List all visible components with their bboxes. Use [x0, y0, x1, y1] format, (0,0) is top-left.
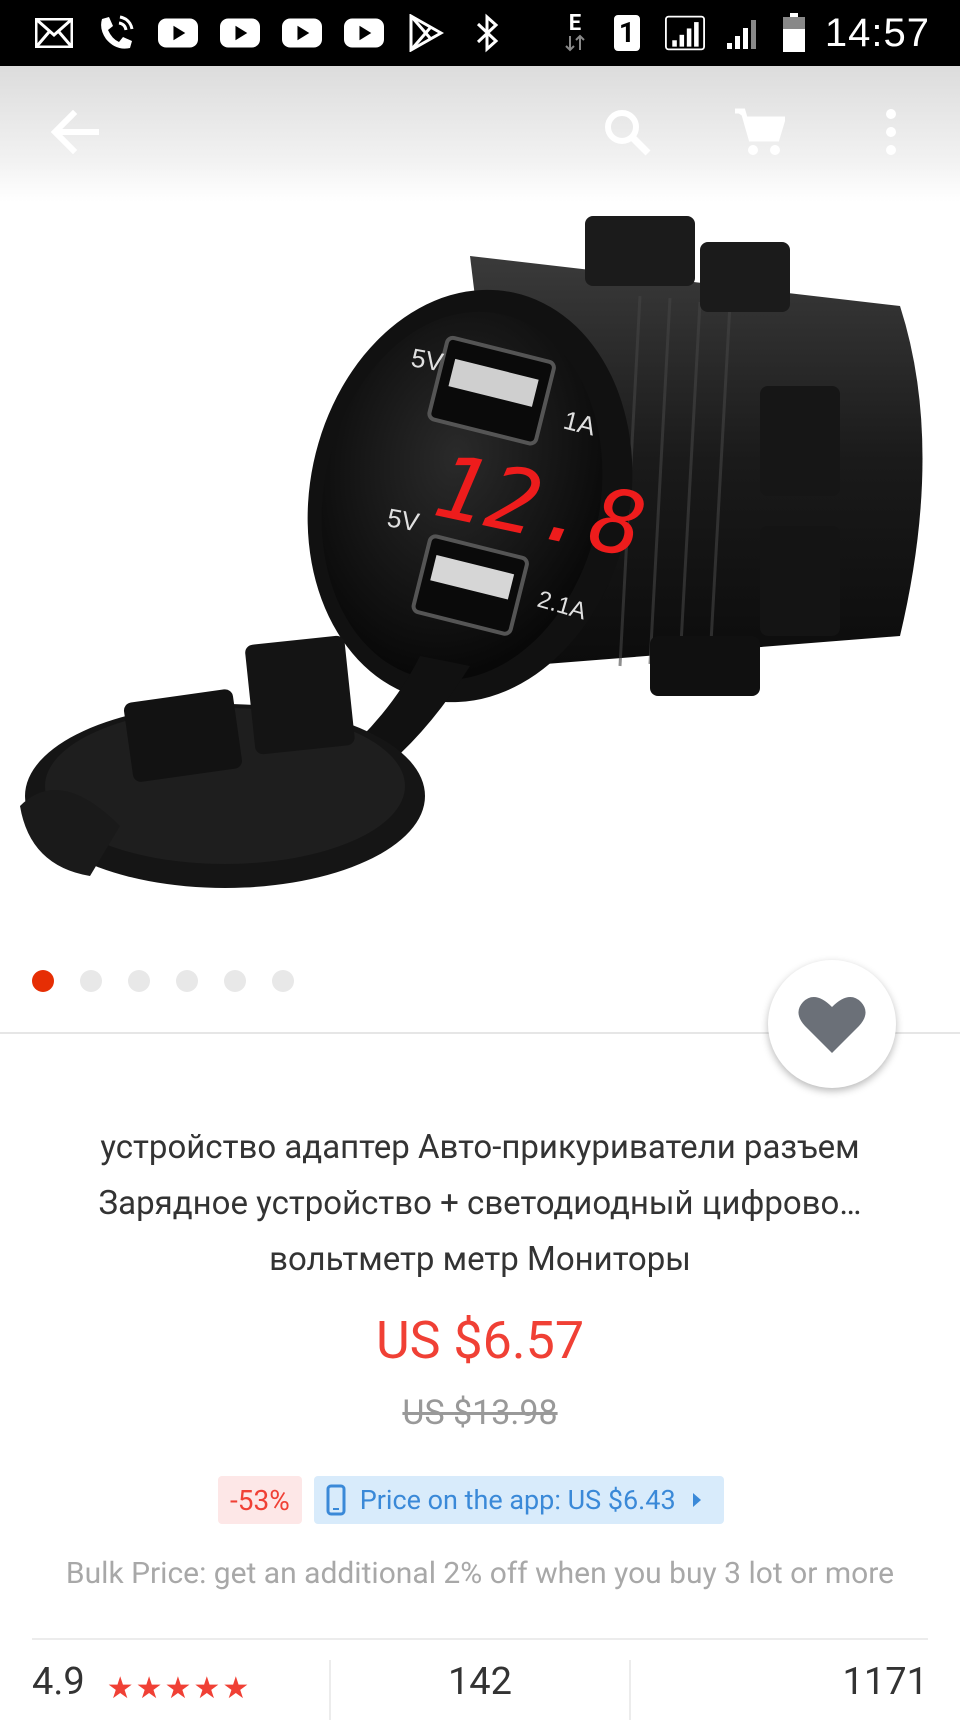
youtube-icon — [158, 13, 198, 53]
youtube-icon — [220, 13, 260, 53]
divider — [32, 1638, 928, 1640]
wishlist-button[interactable] — [768, 960, 896, 1088]
pager-dot[interactable] — [272, 970, 294, 992]
more-vertical-icon[interactable] — [862, 103, 920, 161]
search-icon[interactable] — [598, 103, 656, 161]
app-price-label: Price on the app: US $6.43 — [359, 1484, 676, 1516]
battery-icon — [781, 13, 807, 53]
product-image[interactable]: 5V 1A 12.8 5V 2.1A — [0, 66, 960, 1030]
pager-dot[interactable] — [128, 970, 150, 992]
sim-icon: 1 — [607, 13, 647, 53]
original-price: US $13.98 — [402, 1393, 558, 1433]
promo-row: -53% Price on the app: US $6.43 — [218, 1476, 724, 1524]
rating-value: 4.9 — [32, 1660, 85, 1704]
app-price-button[interactable]: Price on the app: US $6.43 — [313, 1476, 724, 1524]
orders-stat[interactable]: 1171 — [628, 1660, 960, 1720]
port-bottom-voltage: 5V — [385, 502, 422, 537]
mail-icon — [34, 13, 74, 53]
stats-row: 4.9 ★★★★★ 142 1171 — [0, 1660, 960, 1720]
phone-icon — [326, 1484, 346, 1516]
chevron-right-icon — [692, 1493, 701, 1507]
youtube-icon — [344, 13, 384, 53]
pager-dot[interactable] — [80, 970, 102, 992]
heart-icon — [798, 997, 866, 1053]
reviews-count: 142 — [447, 1660, 513, 1704]
image-pager — [32, 970, 294, 992]
wifi-call-icon — [96, 13, 136, 53]
star-rating-icon: ★★★★★ — [106, 1671, 252, 1706]
back-arrow-icon[interactable] — [46, 103, 104, 161]
top-toolbar — [0, 66, 960, 198]
product-title-line: вольтметр метр Мониторы — [269, 1240, 691, 1279]
orders-count: 1171 — [842, 1660, 928, 1704]
product-title: устройство адаптер Авто-прикуриватели ра… — [40, 1120, 920, 1288]
data-arrows-icon: E — [561, 13, 589, 53]
pager-dot[interactable] — [224, 970, 246, 992]
bulk-price-note: Bulk Price: get an additional 2% off whe… — [65, 1556, 895, 1591]
pager-dot[interactable] — [176, 970, 198, 992]
status-time: 14:57 — [824, 10, 930, 55]
play-store-icon — [406, 13, 446, 53]
youtube-icon — [282, 13, 322, 53]
current-price: US $6.57 — [375, 1310, 585, 1371]
rating-stat[interactable]: 4.9 ★★★★★ — [0, 1660, 329, 1720]
port-top-voltage: 5V — [409, 342, 446, 377]
pager-dot[interactable] — [32, 970, 54, 992]
product-title-line: Зарядное устройство + светодиодный цифро… — [98, 1184, 862, 1223]
signal-icon — [664, 13, 705, 53]
cart-icon[interactable] — [730, 103, 788, 161]
product-title-line: устройство адаптер Авто-прикуриватели ра… — [100, 1128, 860, 1167]
status-bar: E 1 14:57 — [0, 0, 960, 66]
car-usb-charger-photo: 5V 1A 12.8 5V 2.1A — [20, 216, 923, 888]
discount-badge: -53% — [218, 1476, 302, 1524]
reviews-stat[interactable]: 142 — [329, 1660, 628, 1720]
bluetooth-icon — [468, 13, 508, 53]
signal-icon — [723, 13, 763, 53]
